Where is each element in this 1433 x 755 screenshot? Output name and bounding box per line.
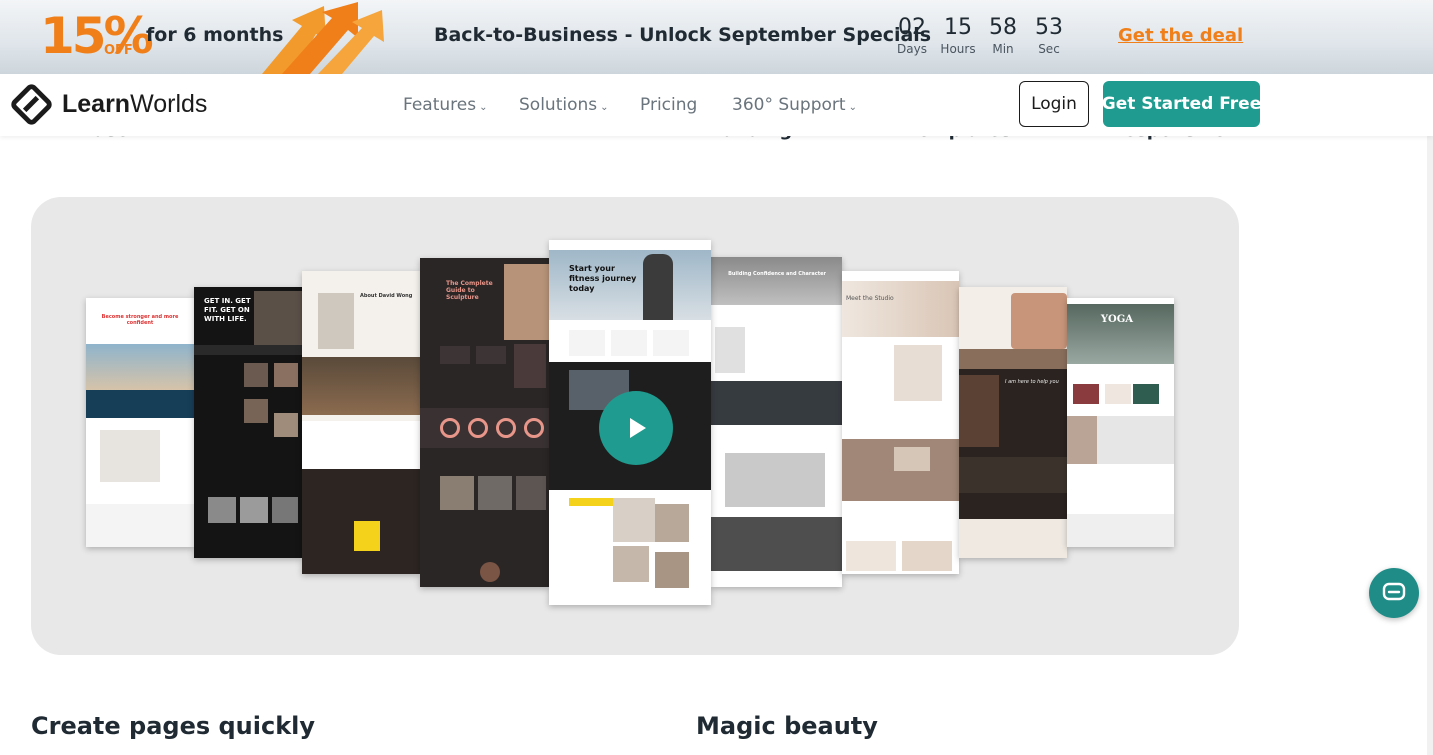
nav-features[interactable]: Features ⌄ xyxy=(403,95,488,115)
countdown-hours: 15 Hours xyxy=(933,14,983,56)
template-thumbnail[interactable]: Building Confidence and Character xyxy=(711,257,842,587)
logo-word-worlds: Worlds xyxy=(130,90,208,118)
countdown-label: Hours xyxy=(940,42,976,56)
section-heading-create-pages: Create pages quickly xyxy=(31,712,316,740)
logo-wordmark[interactable]: LearnWorlds xyxy=(62,90,207,119)
nav-solutions-label: Solutions xyxy=(519,95,598,115)
chevron-down-icon: ⌄ xyxy=(848,102,857,113)
login-button[interactable]: Login xyxy=(1019,81,1089,127)
countdown-label: Sec xyxy=(1038,42,1060,56)
chat-icon xyxy=(1382,582,1406,601)
top-navigation: LearnWorlds Features ⌄ Solutions ⌄ Pricing… xyxy=(0,74,1433,136)
thumbnail-heading: The Complete Guide to Sculpture xyxy=(446,280,493,301)
chevron-down-icon: ⌄ xyxy=(600,102,609,113)
promo-banner: 15% OFF for 6 months Back-to-Business - … xyxy=(0,0,1433,74)
play-icon xyxy=(630,418,646,438)
chevron-down-icon: ⌄ xyxy=(479,102,488,113)
logo-word-learn: Learn xyxy=(62,90,131,118)
thumbnail-heading: Become stronger and more confident xyxy=(101,314,179,326)
thumbnail-heading: About David Wong xyxy=(360,293,413,299)
promo-title: Back-to-Business - Unlock September Spec… xyxy=(434,24,932,46)
promo-off-label: OFF xyxy=(104,43,133,58)
thumbnail-heading: I am here to help you xyxy=(1005,379,1059,385)
countdown-seconds: 53 Sec xyxy=(1024,14,1074,56)
thumbnail-heading: Meet the Studio xyxy=(846,295,894,302)
get-the-deal-link[interactable]: Get the deal xyxy=(1118,25,1243,46)
template-thumbnail[interactable]: About David Wong xyxy=(302,271,420,574)
nav-support-label: 360° Support xyxy=(732,95,846,115)
template-thumbnail[interactable]: I am here to help you xyxy=(959,287,1067,558)
nav-features-label: Features xyxy=(403,95,477,115)
chat-widget-button[interactable] xyxy=(1369,568,1419,618)
template-thumbnail[interactable]: The Complete Guide to Sculpture xyxy=(420,258,549,587)
thumbnail-heading: Building Confidence and Character xyxy=(728,271,826,277)
template-thumbnail[interactable]: Become stronger and more confident xyxy=(86,298,194,547)
nav-solutions[interactable]: Solutions ⌄ xyxy=(519,95,609,115)
nav-support[interactable]: 360° Support ⌄ xyxy=(732,95,857,115)
countdown-value: 15 xyxy=(944,15,972,40)
get-started-free-button[interactable]: Get Started Free xyxy=(1102,81,1261,127)
countdown-value: 02 xyxy=(898,15,926,40)
thumbnail-heading: Start your fitness journey today xyxy=(569,264,637,293)
promo-percent: 15% xyxy=(40,7,154,65)
page-scrollbar[interactable] xyxy=(1427,74,1433,755)
template-thumbnail[interactable]: YOGA xyxy=(1067,298,1174,547)
learnworlds-logo-icon[interactable] xyxy=(10,83,53,126)
nav-pricing[interactable]: Pricing xyxy=(640,95,697,115)
countdown-label: Days xyxy=(897,42,927,56)
template-thumbnail[interactable]: GET IN. GET FIT. GET ON WITH LIFE. xyxy=(194,287,302,558)
thumbnail-heading: YOGA xyxy=(1100,314,1134,325)
countdown-label: Min xyxy=(992,42,1014,56)
template-thumbnail[interactable]: Meet the Studio xyxy=(842,271,959,574)
play-video-button[interactable] xyxy=(599,391,673,465)
countdown-value: 58 xyxy=(989,15,1017,40)
countdown-minutes: 58 Min xyxy=(978,14,1028,56)
nav-pricing-label: Pricing xyxy=(640,95,698,115)
countdown-value: 53 xyxy=(1035,15,1063,40)
section-heading-magic-beauty: Magic beauty xyxy=(696,712,878,740)
countdown-days: 02 Days xyxy=(887,14,937,56)
arrows-graphic-icon xyxy=(262,2,384,74)
